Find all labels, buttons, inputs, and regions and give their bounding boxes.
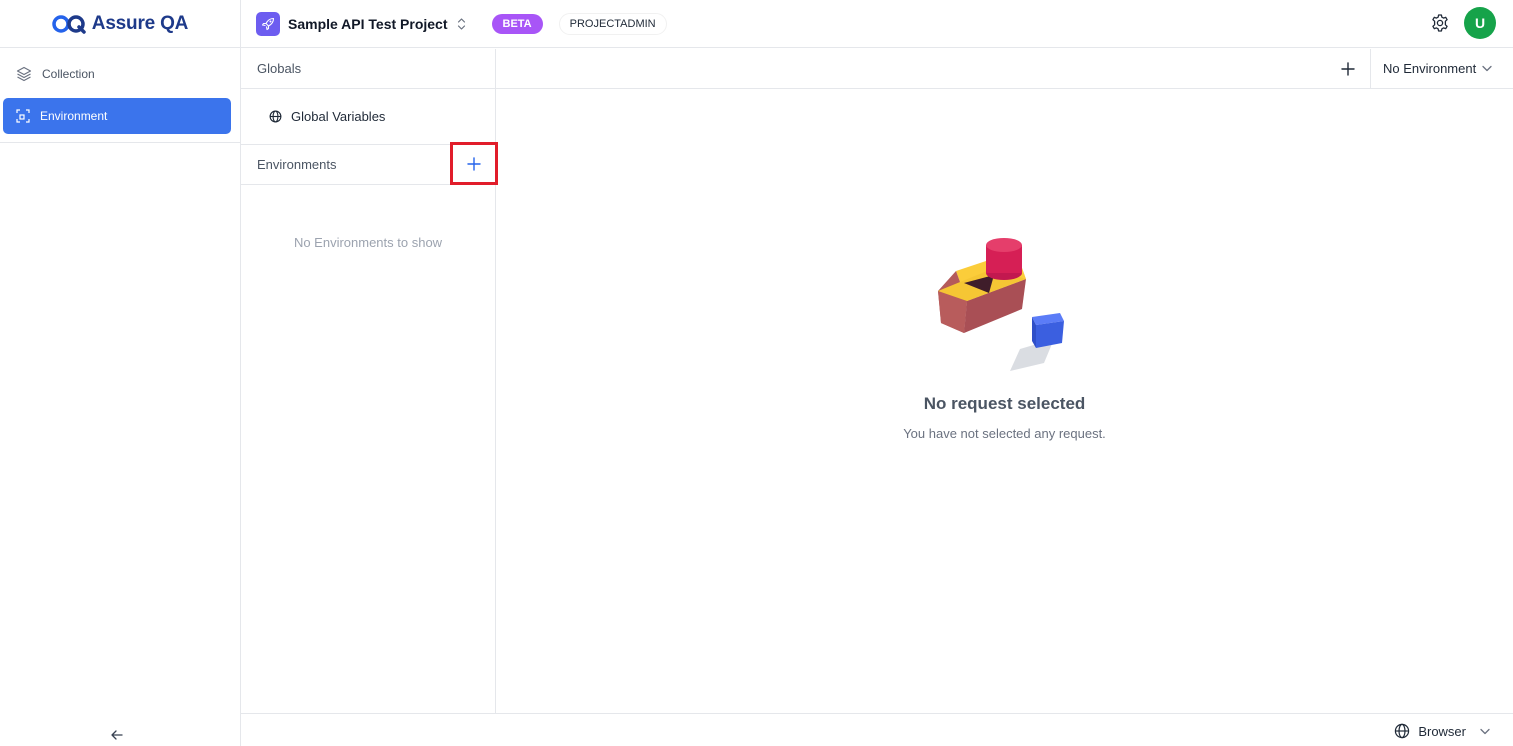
add-request-button[interactable] [1328, 49, 1368, 88]
sidebar-item-label: Collection [42, 67, 95, 81]
add-environment-button[interactable] [450, 142, 498, 185]
rocket-icon [261, 17, 275, 30]
environments-empty-text: No Environments to show [293, 235, 443, 250]
environment-select-value: No Environment [1383, 61, 1477, 76]
globe-icon [269, 110, 282, 123]
sidebar-item-label: Environment [40, 109, 108, 123]
empty-state-illustration [938, 238, 1064, 371]
chevron-down-icon [1480, 728, 1490, 734]
project-name[interactable]: Sample API Test Project [288, 16, 448, 32]
main-toolbar: No Environment [496, 49, 1513, 89]
chevron-down-icon [1482, 65, 1492, 72]
environments-header-label: Environments [257, 157, 337, 172]
layers-icon [16, 66, 32, 82]
top-header: Sample API Test Project BETA PROJECTADMI… [241, 0, 1513, 48]
environments-panel: Globals Global Variables Environments No… [241, 49, 498, 713]
global-variables-item[interactable]: Global Variables [241, 89, 495, 145]
environments-header: Environments [241, 142, 498, 185]
footer-bar: Browser [241, 713, 1513, 746]
sidebar-item-environment[interactable]: Environment [3, 98, 231, 134]
sidebar-item-collection[interactable]: Collection [3, 56, 231, 92]
collapse-sidebar-button[interactable] [108, 726, 126, 744]
assure-qa-logo-icon [52, 14, 86, 34]
beta-badge: BETA [491, 13, 543, 34]
arrow-left-icon [111, 730, 123, 740]
interceptor-select[interactable]: Browser [1394, 723, 1490, 739]
plus-icon [1341, 61, 1355, 76]
plus-icon [467, 156, 481, 171]
environment-icon [16, 109, 30, 123]
brand-name: Assure QA [91, 12, 189, 34]
user-avatar[interactable]: U [1464, 7, 1496, 39]
globals-header: Globals [241, 49, 495, 89]
project-switcher-chevron-icon[interactable] [456, 16, 468, 32]
project-icon[interactable] [256, 11, 280, 36]
sidebar-nav: Collection Environment [0, 48, 240, 134]
empty-state-title: No request selected [923, 394, 1086, 413]
interceptor-select-label: Browser [1418, 723, 1466, 739]
environment-select[interactable]: No Environment [1370, 49, 1513, 88]
role-badge: PROJECTADMIN [558, 12, 667, 35]
header-actions: U [1430, 7, 1496, 39]
sidebar-divider [0, 142, 240, 143]
brand-logo[interactable]: Assure QA [0, 0, 240, 48]
gear-icon[interactable] [1430, 13, 1450, 33]
request-empty-state: No request selected You have not selecte… [496, 89, 1513, 713]
empty-state-subtitle: You have not selected any request. [903, 426, 1106, 441]
global-variables-label: Global Variables [291, 109, 386, 124]
app-sidebar: Assure QA Collection Environment [0, 0, 241, 746]
globe-icon [1395, 723, 1410, 739]
